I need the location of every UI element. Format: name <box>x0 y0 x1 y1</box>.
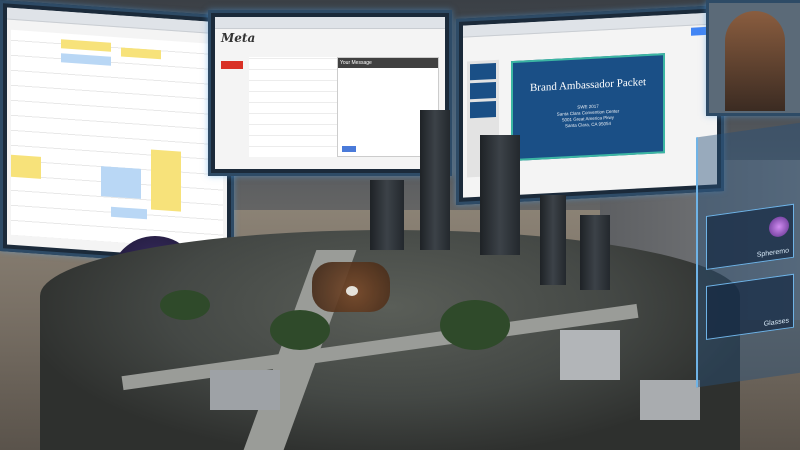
menu-item-label: Spheremo <box>756 247 789 259</box>
mail-logo: Meta <box>221 31 256 45</box>
hand-cursor <box>312 262 390 312</box>
menu-item-glasses[interactable]: Glasses <box>706 273 794 341</box>
message-header: Your Message <box>338 58 438 68</box>
compose-button[interactable] <box>221 61 243 69</box>
calendar-grid[interactable] <box>11 29 223 250</box>
mail-window[interactable]: Meta Your Message <box>215 17 445 169</box>
tree-cluster <box>440 300 510 350</box>
slide-title: Brand Ambassador Packet <box>529 76 647 95</box>
tree-cluster <box>270 310 330 350</box>
cursor-pointer-icon <box>346 286 358 296</box>
slide-subtitle: SWE 2017 Santa Clara Convention Center 5… <box>513 100 663 132</box>
calendar-window[interactable] <box>7 7 227 260</box>
city-tower <box>580 215 610 290</box>
sphere-icon <box>769 215 789 239</box>
browser-chrome <box>215 17 445 29</box>
calendar-event[interactable] <box>101 166 141 199</box>
slide-thumbnail[interactable] <box>470 100 496 119</box>
holographic-city-model[interactable] <box>40 110 740 450</box>
calendar-event[interactable] <box>111 206 147 220</box>
calendar-event[interactable] <box>121 47 161 60</box>
virtual-screen-mail[interactable]: Meta Your Message <box>208 10 452 176</box>
tree-cluster <box>160 290 210 320</box>
virtual-screen-calendar[interactable] <box>0 0 234 268</box>
city-building <box>560 330 620 380</box>
calendar-event[interactable] <box>61 39 111 52</box>
app-launcher-menu[interactable]: Spheremo Glasses <box>696 122 800 388</box>
city-building <box>640 380 700 420</box>
calendar-event[interactable] <box>11 154 41 179</box>
city-tower <box>540 195 566 285</box>
slide-thumbnail[interactable] <box>470 81 496 100</box>
browser-chrome <box>463 12 717 38</box>
menu-item-label: Glasses <box>763 317 789 328</box>
menu-item-spheremo[interactable]: Spheremo <box>706 203 794 271</box>
slide-thumbnail[interactable] <box>470 62 496 81</box>
city-tower <box>420 110 450 250</box>
send-button[interactable] <box>342 146 356 152</box>
city-tower <box>370 180 404 250</box>
current-slide[interactable]: Brand Ambassador Packet SWE 2017 Santa C… <box>511 53 665 162</box>
city-building <box>210 370 280 410</box>
calendar-event[interactable] <box>151 149 181 212</box>
calendar-event[interactable] <box>61 53 111 66</box>
city-tower <box>480 135 520 255</box>
video-call-panel[interactable] <box>706 0 800 116</box>
video-participant <box>725 11 785 111</box>
